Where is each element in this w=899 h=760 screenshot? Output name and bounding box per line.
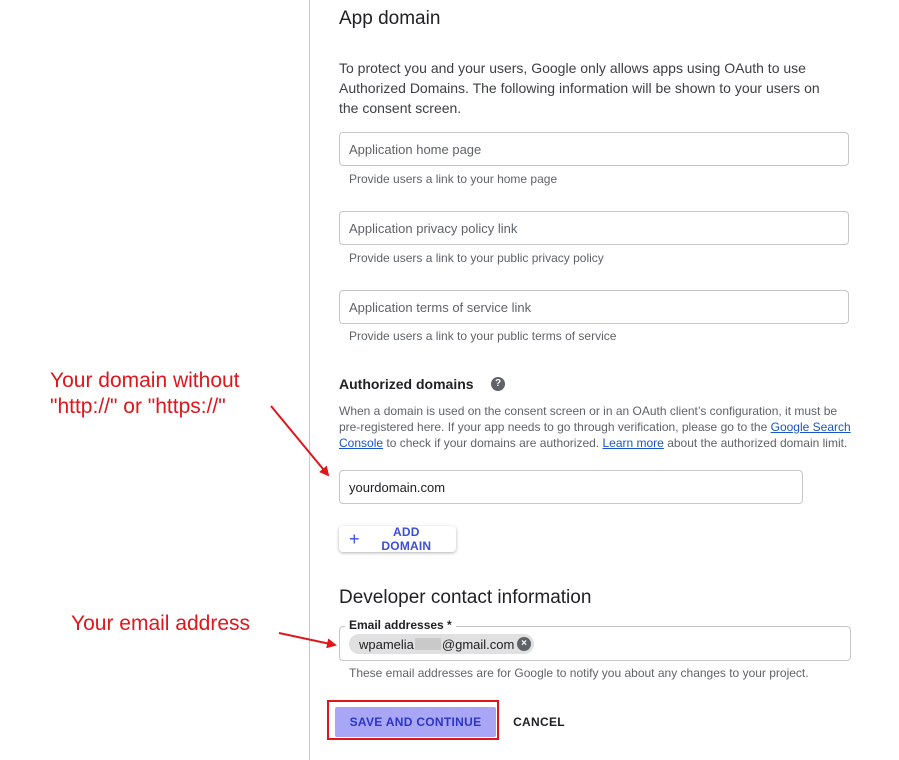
annotation-arrows — [270, 405, 337, 649]
email-arrow — [278, 632, 337, 649]
domain-arrow — [270, 405, 330, 477]
